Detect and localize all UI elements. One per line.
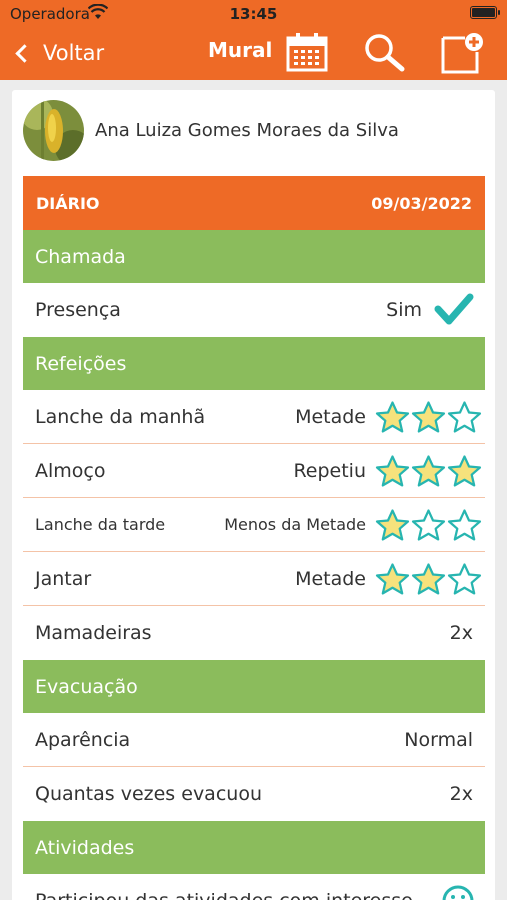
section-evacuacao: Evacuação xyxy=(23,660,485,713)
chevron-left-icon xyxy=(15,43,34,63)
meal-rating xyxy=(374,562,482,596)
meal-label: Lanche da manhã xyxy=(35,405,206,428)
evacuation-count-label: Quantas vezes evacuou xyxy=(35,783,262,805)
calendar-icon[interactable] xyxy=(286,32,328,72)
section-chamada: Chamada xyxy=(23,230,485,283)
star-empty-icon xyxy=(411,508,446,541)
back-label: Voltar xyxy=(43,41,105,65)
presence-row: Presença Sim xyxy=(23,283,485,337)
diary-header: DIÁRIO 09/03/2022 xyxy=(23,176,485,230)
top-bar: Operadora 13:45 Voltar Mural xyxy=(0,0,507,80)
meal-rating xyxy=(374,400,482,434)
star-filled-icon xyxy=(375,508,410,541)
meal-value: Repetiu xyxy=(293,459,366,482)
meal-label: Lanche da tarde xyxy=(35,515,166,534)
star-filled-icon xyxy=(375,562,410,595)
diary-label: DIÁRIO xyxy=(36,193,100,213)
meal-label: Jantar xyxy=(35,567,92,590)
star-filled-icon xyxy=(375,400,410,433)
presence-value: Sim xyxy=(386,299,422,321)
student-header[interactable]: Ana Luiza Gomes Moraes da Silva xyxy=(23,100,399,161)
section-refeicoes: Refeições xyxy=(23,337,485,390)
meal-value: Metade xyxy=(295,405,366,428)
star-empty-icon xyxy=(447,400,482,433)
meal-row: Lanche da manhã Metade xyxy=(23,390,485,444)
appearance-row: Aparência Normal xyxy=(23,713,485,767)
star-filled-icon xyxy=(411,400,446,433)
appearance-label: Aparência xyxy=(35,728,131,751)
meal-rating xyxy=(374,508,482,542)
bottles-row: Mamadeiras 2x xyxy=(23,606,485,660)
battery-icon xyxy=(470,6,500,19)
appearance-value: Normal xyxy=(404,728,473,751)
meal-value: Menos da Metade xyxy=(224,515,366,534)
activity-row: Participou das atividades com interesse xyxy=(23,874,485,900)
meal-row: Jantar Metade xyxy=(23,552,485,606)
meal-row: Almoço Repetiu xyxy=(23,444,485,498)
student-name: Ana Luiza Gomes Moraes da Silva xyxy=(95,120,399,141)
new-post-icon[interactable] xyxy=(439,32,485,74)
post-card: Ana Luiza Gomes Moraes da Silva DIÁRIO 0… xyxy=(12,90,495,900)
activity-label: Participou das atividades com interesse xyxy=(35,890,413,900)
page-title: Mural xyxy=(208,38,273,62)
clock: 13:45 xyxy=(229,5,278,23)
meal-label: Almoço xyxy=(35,459,106,482)
smiley-icon xyxy=(442,885,474,900)
bottles-label: Mamadeiras xyxy=(35,622,152,644)
search-icon[interactable] xyxy=(362,32,406,72)
bottles-value: 2x xyxy=(449,622,473,644)
star-filled-icon xyxy=(411,562,446,595)
star-empty-icon xyxy=(447,508,482,541)
star-filled-icon xyxy=(375,454,410,487)
back-button[interactable]: Voltar xyxy=(12,36,104,70)
presence-label: Presença xyxy=(35,299,121,321)
meal-row: Lanche da tarde Menos da Metade xyxy=(23,498,485,552)
star-filled-icon xyxy=(411,454,446,487)
diary-sheet: DIÁRIO 09/03/2022 Chamada Presença Sim R… xyxy=(23,176,485,900)
status-bar: Operadora 13:45 xyxy=(0,0,507,28)
check-icon xyxy=(434,293,474,325)
section-atividades: Atividades xyxy=(23,821,485,874)
star-filled-icon xyxy=(447,454,482,487)
star-empty-icon xyxy=(447,562,482,595)
diary-date: 09/03/2022 xyxy=(371,193,472,213)
meal-value: Metade xyxy=(295,567,366,590)
avatar[interactable] xyxy=(23,100,84,161)
meal-rating xyxy=(374,454,482,488)
evacuation-count-value: 2x xyxy=(449,783,473,805)
evacuation-count-row: Quantas vezes evacuou 2x xyxy=(23,767,485,821)
